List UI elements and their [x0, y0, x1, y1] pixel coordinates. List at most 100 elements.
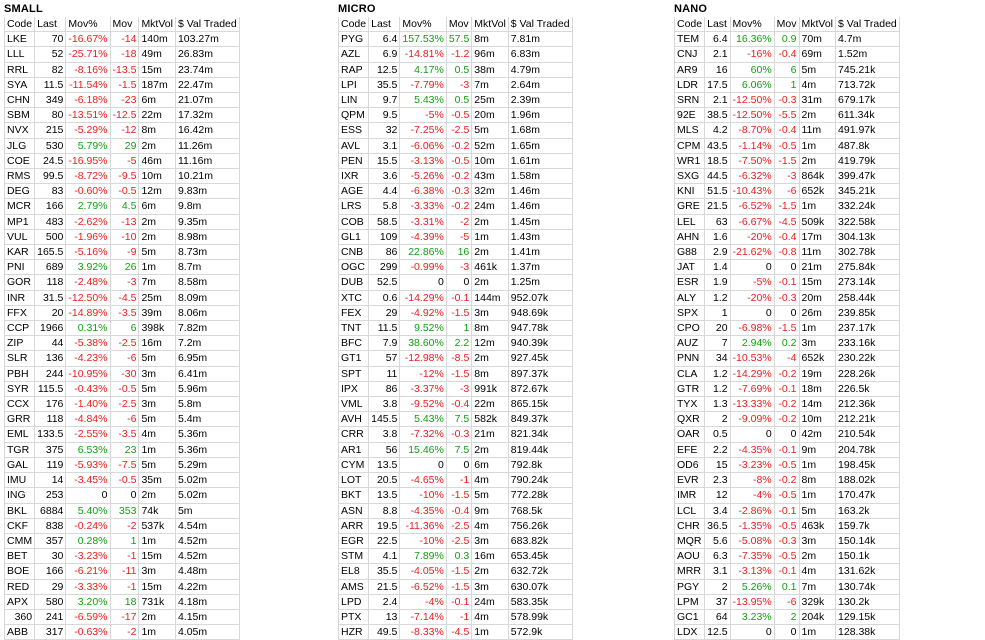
- cell-last[interactable]: 4.2: [704, 122, 731, 139]
- cell-last[interactable]: 83: [34, 183, 67, 200]
- cell-mov-pct[interactable]: -3.33%: [65, 579, 111, 595]
- cell-val-traded[interactable]: 849.37k: [508, 411, 573, 428]
- cell-mkt-vol[interactable]: 52m: [471, 138, 509, 154]
- cell-mov[interactable]: -6: [774, 594, 800, 610]
- cell-val-traded[interactable]: 275.84k: [835, 259, 900, 276]
- cell-mov[interactable]: 0.2: [774, 335, 800, 352]
- cell-code[interactable]: COB: [337, 214, 370, 230]
- cell-mkt-vol[interactable]: 2m: [471, 350, 509, 367]
- cell-mkt-vol[interactable]: 15m: [138, 548, 176, 565]
- cell-last[interactable]: 56: [368, 442, 401, 458]
- cell-last[interactable]: 52.5: [368, 274, 401, 291]
- cell-last[interactable]: 4.1: [368, 548, 401, 565]
- cell-mov[interactable]: -0.2: [446, 138, 473, 154]
- cell-mov-pct[interactable]: -5.29%: [65, 122, 111, 139]
- cell-last[interactable]: 215: [34, 122, 67, 139]
- cell-val-traded[interactable]: 130.74k: [835, 579, 900, 595]
- cell-mov-pct[interactable]: -4.65%: [399, 472, 447, 489]
- column-header-last[interactable]: Last: [34, 17, 67, 33]
- cell-mkt-vol[interactable]: 18m: [799, 381, 837, 398]
- cell-mov[interactable]: -13: [110, 214, 140, 230]
- cell-val-traded[interactable]: 150.1k: [835, 548, 900, 565]
- cell-val-traded[interactable]: 322.58k: [835, 214, 900, 230]
- cell-code[interactable]: CPO: [673, 320, 706, 337]
- cell-last[interactable]: 11.5: [368, 320, 401, 337]
- cell-mov[interactable]: -0.4: [774, 46, 800, 63]
- cell-last[interactable]: 51.5: [704, 183, 731, 200]
- cell-mov-pct[interactable]: -3.45%: [65, 472, 111, 489]
- cell-val-traded[interactable]: 258.44k: [835, 290, 900, 306]
- cell-mov-pct[interactable]: -2.62%: [65, 214, 111, 230]
- cell-mov[interactable]: -0.5: [774, 487, 800, 504]
- cell-val-traded[interactable]: 5.02m: [175, 472, 240, 489]
- cell-val-traded[interactable]: 21.07m: [175, 92, 240, 109]
- cell-mov-pct[interactable]: -21.62%: [730, 244, 775, 261]
- cell-mov[interactable]: -5.5: [774, 107, 800, 124]
- cell-mov[interactable]: 26: [110, 259, 140, 276]
- cell-val-traded[interactable]: 129.15k: [835, 609, 900, 626]
- cell-mov-pct[interactable]: -7.79%: [399, 77, 447, 94]
- cell-mov[interactable]: -1.5: [774, 320, 800, 337]
- cell-last[interactable]: 1.6: [704, 229, 731, 246]
- cell-val-traded[interactable]: 4.48m: [175, 563, 240, 580]
- cell-val-traded[interactable]: 1.43m: [508, 229, 573, 246]
- cell-last[interactable]: 44.5: [704, 168, 731, 185]
- cell-last[interactable]: 12.5: [368, 62, 401, 78]
- cell-mov-pct[interactable]: 3.23%: [730, 609, 775, 626]
- cell-last[interactable]: 80: [34, 107, 67, 124]
- cell-val-traded[interactable]: 5.4m: [175, 411, 240, 428]
- cell-mov[interactable]: 0: [774, 305, 800, 322]
- cell-last[interactable]: 31.5: [34, 290, 67, 306]
- cell-mov[interactable]: -6: [110, 411, 140, 428]
- cell-mkt-vol[interactable]: 69m: [799, 46, 837, 63]
- cell-mov-pct[interactable]: -1.14%: [730, 138, 775, 154]
- cell-mkt-vol[interactable]: 9m: [799, 442, 837, 458]
- cell-mov[interactable]: 0.3: [446, 548, 473, 565]
- cell-mkt-vol[interactable]: 1m: [799, 624, 837, 640]
- cell-mov[interactable]: -14: [110, 31, 140, 48]
- cell-val-traded[interactable]: 8.09m: [175, 290, 240, 306]
- cell-val-traded[interactable]: 578.99k: [508, 609, 573, 626]
- cell-val-traded[interactable]: 1.37m: [508, 259, 573, 276]
- cell-val-traded[interactable]: 11.16m: [175, 153, 240, 170]
- cell-code[interactable]: MQR: [673, 533, 706, 550]
- cell-mkt-vol[interactable]: 21m: [471, 426, 509, 443]
- cell-mov[interactable]: 0: [774, 624, 800, 640]
- cell-mov[interactable]: -0.4: [446, 396, 473, 413]
- cell-last[interactable]: 253: [34, 487, 67, 504]
- cell-last[interactable]: 35.5: [368, 563, 401, 580]
- cell-mov-pct[interactable]: 0: [730, 259, 775, 276]
- cell-val-traded[interactable]: 679.17k: [835, 92, 900, 109]
- cell-val-traded[interactable]: 1.45m: [508, 214, 573, 230]
- cell-mov[interactable]: 0.5: [446, 92, 473, 109]
- cell-mkt-vol[interactable]: 1m: [471, 229, 509, 246]
- cell-val-traded[interactable]: 5.36m: [175, 426, 240, 443]
- cell-last[interactable]: 11.5: [34, 77, 67, 94]
- cell-code[interactable]: AHN: [673, 229, 706, 246]
- cell-mov[interactable]: 0: [774, 426, 800, 443]
- cell-mkt-vol[interactable]: 9m: [471, 503, 509, 519]
- column-header-val-traded[interactable]: $ Val Traded: [508, 17, 573, 33]
- cell-last[interactable]: 30: [34, 548, 67, 565]
- cell-last[interactable]: 118: [34, 274, 67, 291]
- cell-mkt-vol[interactable]: 3m: [471, 579, 509, 595]
- cell-last[interactable]: 34: [704, 350, 731, 367]
- cell-mov-pct[interactable]: -7.25%: [399, 122, 447, 139]
- cell-code[interactable]: IMU: [3, 472, 36, 489]
- cell-last[interactable]: 3.1: [704, 563, 731, 580]
- cell-mov[interactable]: -0.1: [774, 442, 800, 458]
- cell-mkt-vol[interactable]: 1m: [138, 624, 176, 640]
- cell-mkt-vol[interactable]: 10m: [799, 411, 837, 428]
- cell-code[interactable]: GRR: [3, 411, 36, 428]
- cell-mov-pct[interactable]: -4.84%: [65, 411, 111, 428]
- cell-mov-pct[interactable]: 157.53%: [399, 31, 447, 48]
- cell-mov[interactable]: -10: [110, 229, 140, 246]
- cell-val-traded[interactable]: 865.15k: [508, 396, 573, 413]
- cell-last[interactable]: 1.4: [704, 259, 731, 276]
- cell-code[interactable]: IPX: [337, 381, 370, 398]
- cell-mov[interactable]: -2.5: [446, 533, 473, 550]
- cell-mkt-vol[interactable]: 5m: [138, 381, 176, 398]
- cell-mov-pct[interactable]: 3.92%: [65, 259, 111, 276]
- cell-mov-pct[interactable]: -8%: [730, 472, 775, 489]
- cell-mov-pct[interactable]: -4%: [399, 594, 447, 610]
